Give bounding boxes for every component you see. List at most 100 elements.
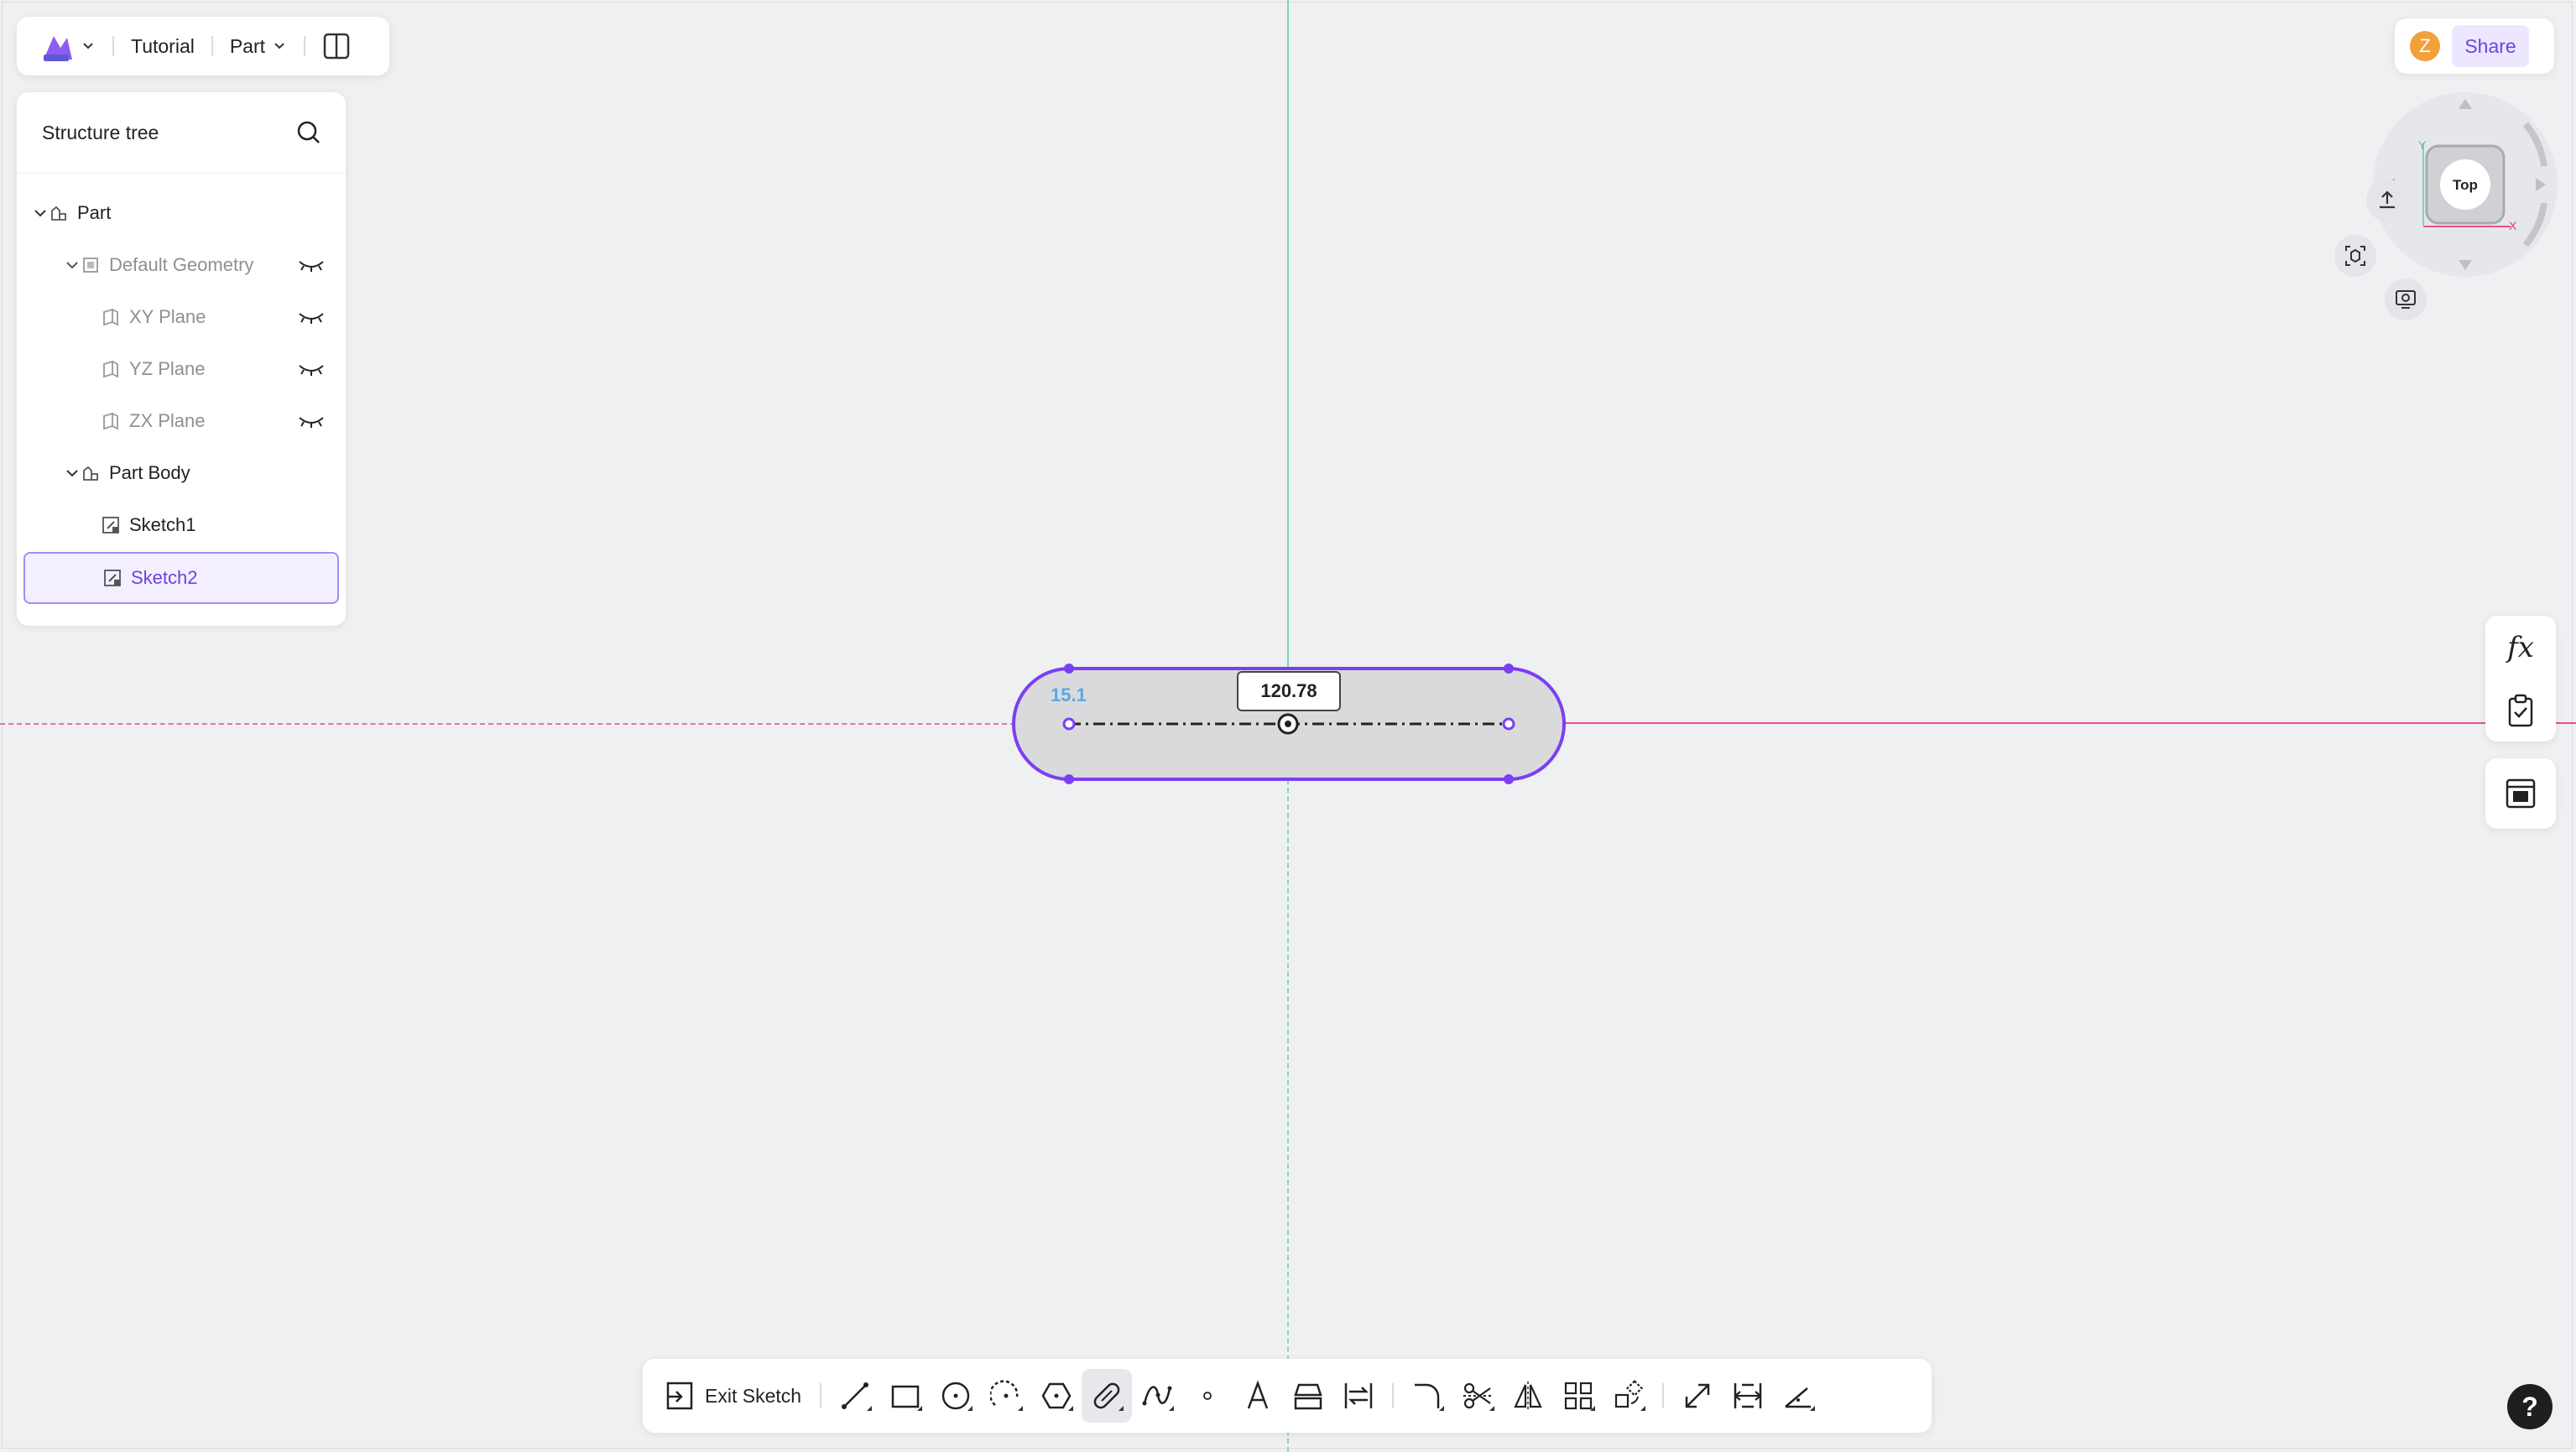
exit-sketch-button[interactable]: Exit Sketch (665, 1380, 801, 1412)
text-tool[interactable] (1233, 1369, 1283, 1423)
convert-tool[interactable] (1333, 1369, 1384, 1423)
tree-item-sketch1[interactable]: Sketch1 (17, 500, 346, 550)
tree-item-yz-plane[interactable]: YZ Plane (17, 344, 346, 394)
plane-icon (103, 360, 118, 378)
trim-tool[interactable] (1452, 1369, 1503, 1423)
tree-item-label: Part (77, 202, 112, 223)
view-face-label: Top (2453, 177, 2478, 193)
transform-tool[interactable] (1603, 1369, 1654, 1423)
slot-center-point[interactable] (1062, 717, 1076, 731)
dropdown-indicator (1590, 1406, 1596, 1411)
dropdown-indicator (1119, 1406, 1124, 1411)
table-panel-icon[interactable] (2505, 778, 2537, 809)
hidden-eye-icon[interactable] (297, 361, 326, 377)
axis-x-label: X (2509, 219, 2517, 232)
arc-tool[interactable] (981, 1369, 1031, 1423)
divider (112, 36, 114, 56)
chevron-down-icon[interactable] (64, 257, 81, 273)
slot-endpoint[interactable] (1064, 774, 1074, 784)
tree-item-zx-plane[interactable]: ZX Plane (17, 396, 346, 446)
tree-item-label: Default Geometry (109, 254, 254, 275)
slot-center-point[interactable] (1502, 717, 1515, 731)
tree-item-part-body[interactable]: Part Body (17, 448, 346, 498)
part-icon (51, 206, 66, 221)
slot-endpoint[interactable] (1504, 664, 1514, 674)
constraint-icon (1685, 1383, 1710, 1408)
panel-toggle-icon[interactable] (322, 32, 351, 60)
constraint-tool[interactable] (1672, 1369, 1723, 1423)
part-body-icon (83, 466, 98, 481)
project-tool[interactable] (1283, 1369, 1333, 1423)
formula-icon[interactable]: fx (2507, 631, 2534, 664)
dropdown-indicator (1018, 1406, 1024, 1411)
toolbar-divider (1392, 1383, 1395, 1408)
point-tool[interactable] (1182, 1369, 1233, 1423)
tree-item-label: Sketch1 (129, 514, 196, 535)
chevron-down-icon (274, 43, 284, 49)
fillet-tool[interactable] (1402, 1369, 1452, 1423)
mirror-tool[interactable] (1503, 1369, 1553, 1423)
home-view-button[interactable] (2366, 180, 2408, 221)
dropdown-indicator (1068, 1406, 1074, 1411)
app-logo-icon[interactable] (37, 26, 77, 66)
project-icon (1294, 1383, 1322, 1410)
hidden-eye-icon[interactable] (297, 309, 326, 325)
slot-endpoint[interactable] (1064, 664, 1074, 674)
dropdown-indicator (917, 1406, 923, 1411)
rectangle-tool[interactable] (880, 1369, 931, 1423)
search-icon[interactable] (295, 119, 322, 146)
radius-dimension[interactable]: 15.1 (1051, 684, 1087, 706)
dimension-tool[interactable] (1723, 1369, 1773, 1423)
tree-item-sketch2[interactable]: Sketch2 (23, 552, 339, 604)
mode-label: Part (229, 34, 266, 57)
spline-tool[interactable] (1132, 1369, 1182, 1423)
divider (304, 36, 306, 56)
right-tool-panel: fx (2485, 616, 2556, 742)
structure-tree-panel: Structure tree Part Default Geometry XY … (17, 92, 346, 626)
dropdown-indicator (1489, 1406, 1495, 1411)
user-avatar[interactable]: Z (2410, 31, 2440, 61)
hidden-eye-icon[interactable] (297, 413, 326, 429)
help-button[interactable]: ? (2507, 1384, 2553, 1429)
mirror-icon (1514, 1382, 1542, 1410)
sketch-canvas[interactable] (0, 0, 2576, 1452)
text-icon (1247, 1380, 1269, 1409)
tree-header: Structure tree (17, 92, 346, 174)
exit-sketch-icon (666, 1382, 693, 1410)
tree-item-label: Sketch2 (131, 567, 198, 588)
share-button[interactable]: Share (2452, 25, 2529, 67)
clipboard-check-icon[interactable] (2506, 694, 2536, 727)
header-bar: Tutorial Part (17, 17, 389, 75)
convert-icon (1344, 1383, 1373, 1408)
chevron-down-icon[interactable] (32, 205, 49, 221)
tree-title: Structure tree (42, 121, 159, 143)
mode-dropdown[interactable]: Part (230, 35, 287, 58)
dropdown-indicator (1810, 1406, 1816, 1411)
chevron-down-icon[interactable] (81, 39, 96, 54)
slot-tool[interactable] (1082, 1369, 1133, 1423)
axis-y-label: Y (2418, 138, 2427, 152)
tree-item-default-geometry[interactable]: Default Geometry (17, 240, 346, 290)
tree-item-xy-plane[interactable]: XY Plane (17, 292, 346, 342)
length-dimension[interactable]: 120.78 (1237, 671, 1341, 711)
plane-icon (103, 308, 118, 326)
polygon-tool[interactable] (1031, 1369, 1082, 1423)
tree-item-part[interactable]: Part (17, 188, 346, 238)
chevron-down-icon[interactable] (64, 465, 81, 481)
line-tool[interactable] (830, 1369, 880, 1423)
slot-endpoint[interactable] (1504, 774, 1514, 784)
dropdown-indicator (867, 1406, 873, 1411)
display-mode-button[interactable] (2385, 278, 2427, 320)
toolbar-divider (820, 1383, 822, 1408)
project-name[interactable]: Tutorial (131, 35, 195, 58)
circle-tool[interactable] (931, 1369, 981, 1423)
point-icon (1203, 1392, 1212, 1400)
home-view-icon (2380, 190, 2395, 209)
hidden-eye-icon[interactable] (297, 257, 326, 273)
angle-tool[interactable] (1773, 1369, 1823, 1423)
pattern-tool[interactable] (1553, 1369, 1603, 1423)
plane-icon (103, 412, 118, 430)
exit-sketch-label: Exit Sketch (705, 1384, 802, 1407)
fit-view-button[interactable] (2334, 235, 2376, 277)
fit-view-icon (2345, 246, 2365, 266)
